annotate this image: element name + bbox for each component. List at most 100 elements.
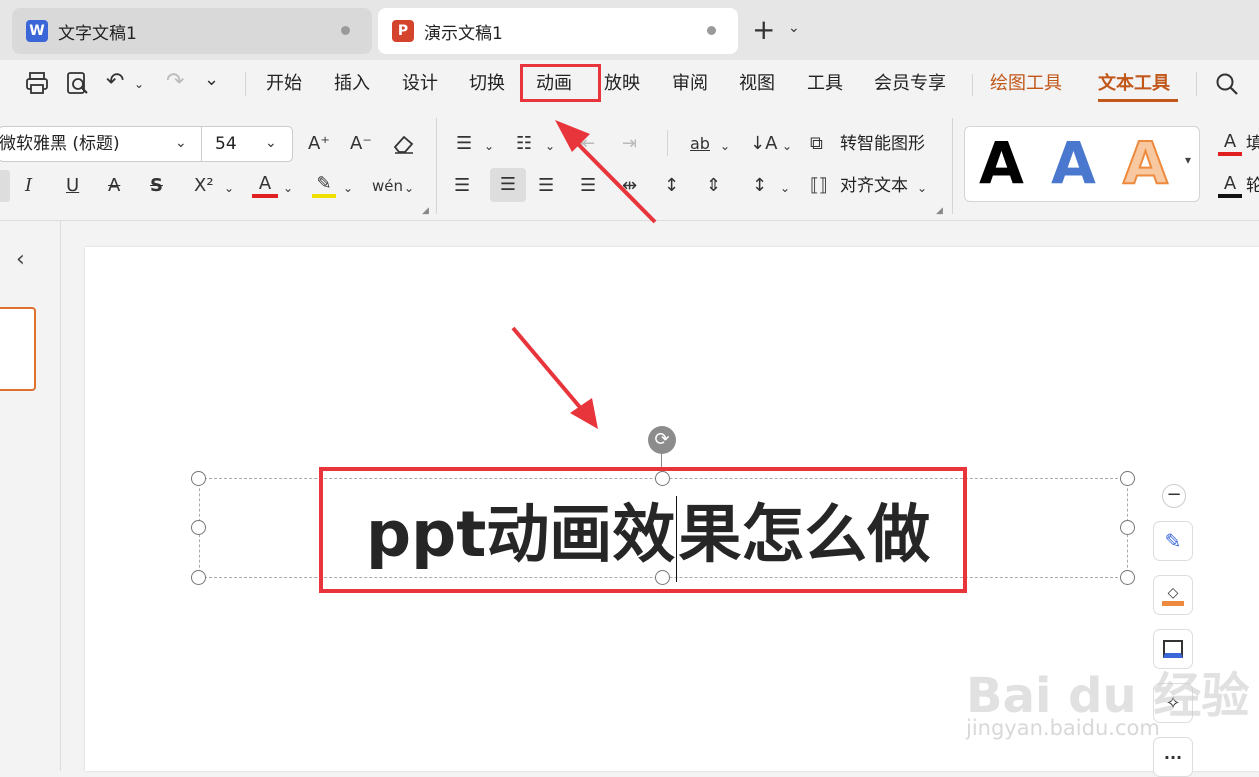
menu-slideshow[interactable]: 放映: [604, 70, 640, 98]
tab-close-dot[interactable]: [341, 26, 350, 35]
bullet-list-icon[interactable]: ☰: [456, 132, 472, 156]
numbered-dropdown-icon[interactable]: ⌄: [545, 134, 555, 158]
bold-button[interactable]: [0, 170, 10, 202]
phonetic-dropdown-icon[interactable]: ⌄: [404, 176, 414, 200]
distribute-icon[interactable]: ⇹: [622, 174, 637, 198]
presentation-app-icon: P: [392, 20, 414, 42]
align-text-icon[interactable]: ⟦⟧: [810, 174, 828, 198]
more-options-button[interactable]: ···: [1153, 737, 1193, 777]
paragraph-dialog-launcher-icon[interactable]: ◢: [936, 206, 943, 216]
resize-handle-left[interactable]: [191, 520, 206, 535]
line-spacing-increase-icon[interactable]: ↕: [664, 174, 679, 198]
font-dialog-launcher-icon[interactable]: ◢: [422, 206, 429, 216]
decrease-font-icon[interactable]: A⁻: [350, 132, 372, 156]
phonetic-guide-icon[interactable]: wén: [372, 174, 403, 198]
ribbon-separator: [952, 118, 953, 214]
style-blue[interactable]: A: [1051, 131, 1096, 195]
rotate-handle-icon[interactable]: ⟳: [648, 426, 676, 454]
shadow-text-icon[interactable]: S: [150, 174, 163, 198]
tab-close-dot[interactable]: [707, 26, 716, 35]
menu-design[interactable]: 设计: [402, 70, 438, 98]
title-highlight-box: [319, 467, 967, 593]
eraser-icon[interactable]: [391, 132, 417, 156]
brush-icon: ✎: [1164, 529, 1182, 553]
font-color-icon[interactable]: A: [252, 172, 278, 198]
increase-font-icon[interactable]: A⁺: [308, 132, 330, 156]
fill-button[interactable]: ◇: [1153, 575, 1193, 615]
menu-home[interactable]: 开始: [266, 70, 302, 98]
resize-handle-top-right[interactable]: [1120, 471, 1135, 486]
highlight-dropdown-icon[interactable]: ⌄: [343, 176, 353, 200]
tab-list-chevron-icon[interactable]: ⌄: [788, 20, 800, 36]
bullet-dropdown-icon[interactable]: ⌄: [484, 134, 494, 158]
resize-handle-top-left[interactable]: [191, 471, 206, 486]
resize-handle-bottom-right[interactable]: [1120, 570, 1135, 585]
smart-shape-icon[interactable]: ⧉: [810, 132, 823, 156]
align-left-icon[interactable]: ☰: [454, 174, 470, 198]
tab-writer-document[interactable]: W 文字文稿1: [12, 8, 372, 54]
more-chevron-icon[interactable]: ⌄: [204, 68, 219, 92]
menu-view[interactable]: 视图: [739, 70, 775, 98]
slide-thumbnail[interactable]: [0, 307, 36, 391]
menu-review[interactable]: 审阅: [672, 70, 708, 98]
underline-icon[interactable]: U: [66, 174, 79, 198]
gallery-more-icon[interactable]: ▾: [1185, 153, 1191, 167]
menu-transition[interactable]: 切换: [469, 70, 505, 98]
sort-text-icon[interactable]: ↓A: [750, 132, 777, 156]
text-style-gallery[interactable]: A A A ▾: [964, 126, 1200, 202]
font-dropdown-icon[interactable]: ⌄: [175, 131, 187, 155]
tab-presentation-document[interactable]: P 演示文稿1: [378, 8, 738, 54]
resize-handle-bottom-left[interactable]: [191, 570, 206, 585]
style-orange-outline[interactable]: A: [1122, 130, 1169, 196]
style-button[interactable]: ✎: [1153, 521, 1193, 561]
superscript-dropdown-icon[interactable]: ⌄: [224, 176, 234, 200]
numbered-list-icon[interactable]: ☷: [516, 132, 532, 156]
highlight-color-icon[interactable]: ✎: [312, 172, 336, 198]
text-direction-icon[interactable]: ab: [690, 132, 710, 156]
align-right-icon[interactable]: ☰: [538, 174, 554, 198]
text-fill-icon[interactable]: A: [1218, 130, 1242, 156]
menu-text-tools[interactable]: 文本工具: [1098, 70, 1170, 98]
print-icon[interactable]: [24, 70, 50, 96]
menu-separator: [245, 72, 246, 96]
menu-drawing-tools[interactable]: 绘图工具: [990, 70, 1062, 98]
italic-icon[interactable]: I: [25, 174, 32, 198]
collapse-panel-icon[interactable]: ‹: [16, 247, 25, 272]
menu-member[interactable]: 会员专享: [874, 70, 946, 98]
font-separator: [201, 127, 202, 161]
undo-dropdown-icon[interactable]: ⌄: [134, 72, 144, 96]
font-selector[interactable]: 微软雅黑 (标题) ⌄ 54 ⌄: [0, 126, 293, 162]
collapse-toolbar-icon[interactable]: −: [1162, 484, 1186, 508]
redo-icon[interactable]: ↷: [166, 70, 184, 94]
superscript-icon[interactable]: X²: [194, 174, 214, 198]
strikethrough-icon[interactable]: A: [108, 174, 120, 198]
new-tab-icon[interactable]: +: [752, 16, 775, 44]
print-preview-icon[interactable]: [64, 70, 90, 96]
tab-label: 演示文稿1: [424, 23, 503, 44]
line-spacing-decrease-icon[interactable]: ⇕: [706, 174, 721, 198]
menu-insert[interactable]: 插入: [334, 70, 370, 98]
search-icon[interactable]: [1214, 71, 1240, 97]
line-spacing-icon[interactable]: ↕: [752, 174, 767, 198]
decrease-indent-icon[interactable]: ⇤: [580, 132, 595, 156]
font-size-dropdown-icon[interactable]: ⌄: [265, 131, 277, 155]
smart-shape-label[interactable]: 转智能图形: [840, 132, 925, 156]
align-text-dropdown-icon[interactable]: ⌄: [917, 176, 927, 200]
menu-tools[interactable]: 工具: [807, 70, 843, 98]
text-fill-label[interactable]: 填: [1246, 132, 1259, 156]
font-color-dropdown-icon[interactable]: ⌄: [283, 176, 293, 200]
text-outline-icon[interactable]: A: [1218, 172, 1242, 198]
increase-indent-icon[interactable]: ⇥: [622, 132, 637, 156]
justify-icon[interactable]: ☰: [580, 174, 596, 198]
watermark-url: jingyan.baidu.com: [966, 716, 1160, 740]
undo-icon[interactable]: ↶: [106, 70, 124, 94]
align-center-icon: ☰: [499, 174, 517, 195]
style-black[interactable]: A: [979, 131, 1024, 195]
text-outline-label[interactable]: 轮: [1246, 174, 1259, 198]
sort-dropdown-icon[interactable]: ⌄: [782, 134, 792, 158]
line-spacing-dropdown-icon[interactable]: ⌄: [780, 176, 790, 200]
resize-handle-right[interactable]: [1120, 520, 1135, 535]
align-center-button[interactable]: ☰: [490, 168, 526, 202]
text-direction-dropdown-icon[interactable]: ⌄: [720, 134, 730, 158]
align-text-label[interactable]: 对齐文本: [840, 174, 908, 198]
